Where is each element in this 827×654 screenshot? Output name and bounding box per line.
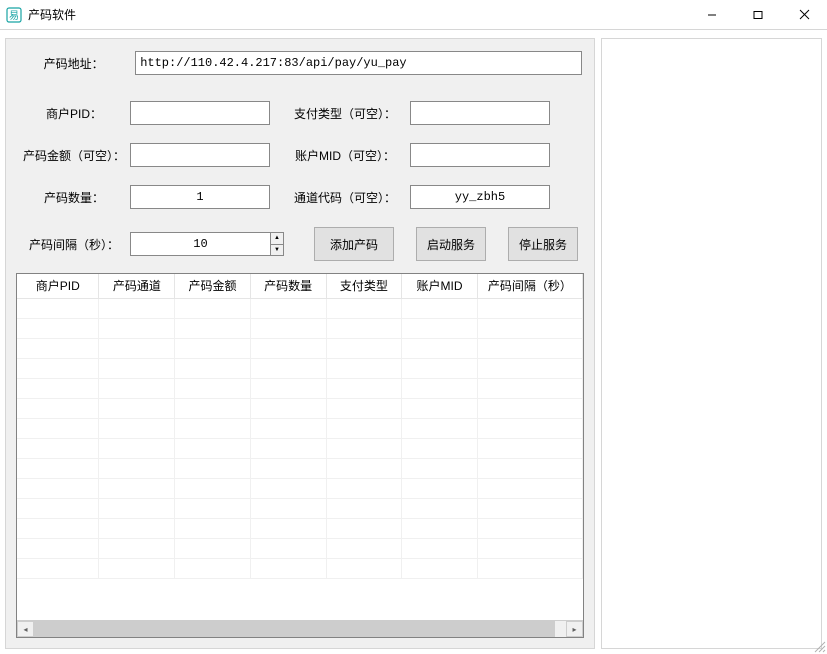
col-paytype[interactable]: 支付类型 [326,274,402,298]
table-row[interactable] [17,498,583,518]
table-row[interactable] [17,338,583,358]
table-row[interactable] [17,378,583,398]
qty-input[interactable] [130,185,270,209]
window-controls [689,0,827,29]
channel-label: 通道代码（可空）： [270,189,410,206]
paytype-input[interactable] [410,101,550,125]
window-title: 产码软件 [28,6,76,23]
col-channel[interactable]: 产码通道 [99,274,175,298]
table-row[interactable] [17,318,583,338]
table-row[interactable] [17,398,583,418]
spinner-up-icon[interactable]: ▲ [271,233,283,245]
stop-button[interactable]: 停止服务 [508,227,578,261]
table-row[interactable] [17,298,583,318]
close-button[interactable] [781,0,827,29]
svg-text:易: 易 [9,10,19,22]
form-area: 产码地址： 商户PID： 支付类型（可空）： 产码金额（可空）： [6,39,594,267]
spinner-down-icon[interactable]: ▼ [271,245,283,256]
url-input[interactable] [135,51,582,75]
pid-input[interactable] [130,101,270,125]
table-row[interactable] [17,418,583,438]
col-interval[interactable]: 产码间隔（秒） [477,274,582,298]
col-qty[interactable]: 产码数量 [250,274,326,298]
scroll-left-icon[interactable]: ◂ [17,621,34,637]
channel-input[interactable] [410,185,550,209]
interval-input[interactable] [130,232,270,256]
table-header-row: 商户PID 产码通道 产码金额 产码数量 支付类型 账户MID 产码间隔（秒） [17,274,583,298]
table-row[interactable] [17,458,583,478]
scroll-right-icon[interactable]: ▸ [566,621,583,637]
table-row[interactable] [17,538,583,558]
table-row[interactable] [17,438,583,458]
url-label: 产码地址： [18,55,129,72]
table-row[interactable] [17,518,583,538]
main-panel: 产码地址： 商户PID： 支付类型（可空）： 产码金额（可空）： [5,38,595,649]
paytype-label: 支付类型（可空）： [270,105,410,122]
data-table: 商户PID 产码通道 产码金额 产码数量 支付类型 账户MID 产码间隔（秒） [16,273,584,638]
horizontal-scrollbar[interactable]: ◂ ▸ [17,620,583,637]
col-mid[interactable]: 账户MID [402,274,478,298]
interval-spinner[interactable]: ▲ ▼ [130,232,284,256]
log-panel [601,38,822,649]
table-row[interactable] [17,478,583,498]
col-pid[interactable]: 商户PID [17,274,99,298]
table-body [17,298,583,578]
minimize-button[interactable] [689,0,735,29]
scrollbar-thumb[interactable] [34,621,555,637]
amount-label: 产码金额（可空）： [18,147,130,164]
mid-label: 账户MID（可空）： [270,147,410,164]
pid-label: 商户PID： [18,105,130,122]
col-amount[interactable]: 产码金额 [175,274,251,298]
start-button[interactable]: 启动服务 [416,227,486,261]
interval-label: 产码间隔（秒）： [18,236,130,253]
app-icon: 易 [6,7,22,23]
title-bar: 易 产码软件 [0,0,827,30]
client-area: 产码地址： 商户PID： 支付类型（可空）： 产码金额（可空）： [0,30,827,654]
table-row[interactable] [17,558,583,578]
qty-label: 产码数量： [18,189,130,206]
add-button[interactable]: 添加产码 [314,227,394,261]
maximize-button[interactable] [735,0,781,29]
mid-input[interactable] [410,143,550,167]
resize-grip-icon[interactable] [812,639,826,653]
table-row[interactable] [17,358,583,378]
amount-input[interactable] [130,143,270,167]
